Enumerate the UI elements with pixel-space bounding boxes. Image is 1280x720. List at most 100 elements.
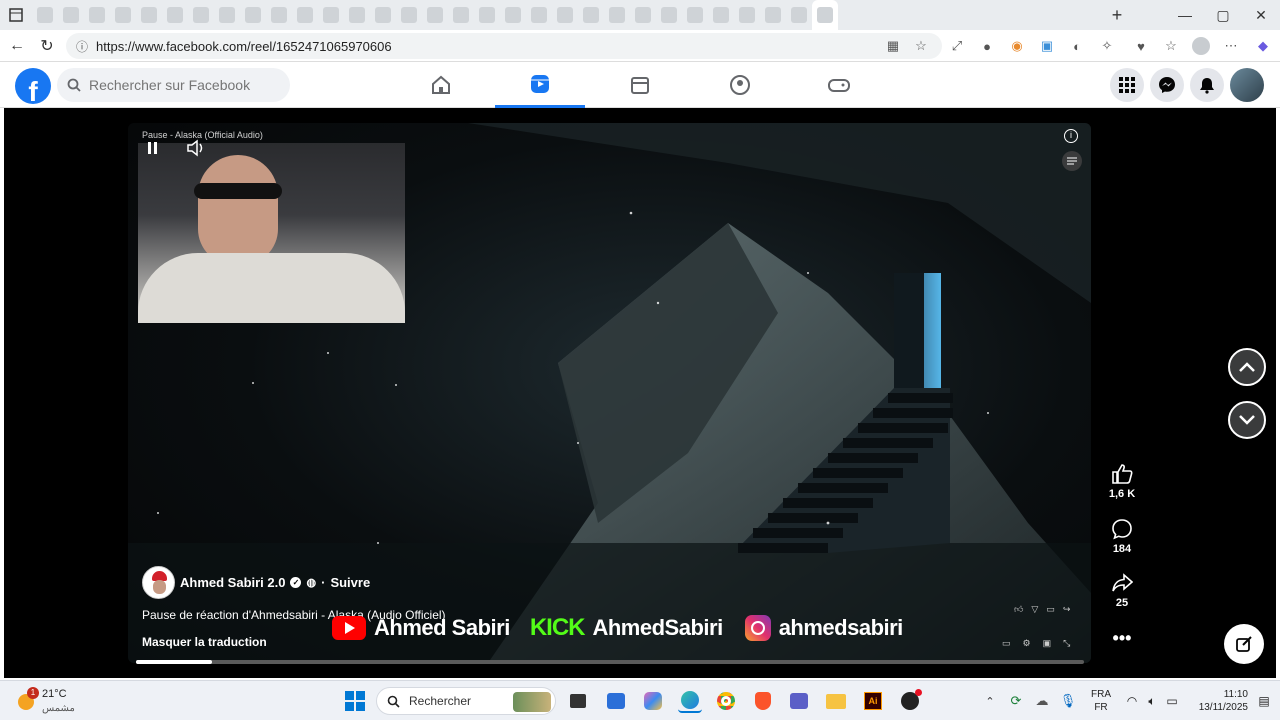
show-hidden-icons[interactable]: ⌃ [978, 689, 1002, 713]
browser-tab[interactable] [58, 0, 84, 30]
browser-tab[interactable] [656, 0, 682, 30]
more-options-button[interactable]: ••• [1106, 628, 1138, 649]
facebook-logo[interactable]: f [15, 68, 51, 104]
extension-orange-icon[interactable]: ◉ [1004, 33, 1030, 59]
taskbar-edge[interactable] [678, 689, 702, 713]
miniplayer-icon[interactable]: ▣ [1043, 638, 1052, 649]
browser-tab[interactable] [448, 0, 474, 30]
notifications-button[interactable] [1190, 68, 1224, 102]
start-button[interactable] [343, 689, 367, 713]
extension-circle-icon[interactable]: ◐ [1064, 33, 1090, 59]
browser-tab[interactable] [526, 0, 552, 30]
browser-tab[interactable] [578, 0, 604, 30]
browser-tab[interactable] [682, 0, 708, 30]
browser-tab[interactable] [292, 0, 318, 30]
address-bar[interactable]: ⓘ https://www.facebook.com/reel/16524710… [66, 33, 942, 59]
battery-icon[interactable]: ▭ [1160, 689, 1184, 713]
browser-tab[interactable] [318, 0, 344, 30]
copilot-icon[interactable]: ◆ [1250, 33, 1276, 59]
search-input[interactable] [89, 77, 279, 93]
new-tab-icon[interactable]: + [1104, 0, 1130, 30]
mini-dislike-icon[interactable]: ▽ [1031, 604, 1038, 615]
site-info-icon[interactable]: ⓘ [76, 38, 88, 55]
comment-button[interactable]: 184 [1106, 518, 1138, 555]
browser-tab[interactable] [344, 0, 370, 30]
favorites-icon[interactable]: ☆ [1158, 33, 1184, 59]
extension-photo-icon[interactable]: ▣ [1034, 33, 1060, 59]
browser-tab[interactable] [734, 0, 760, 30]
browser-tab[interactable] [110, 0, 136, 30]
browser-tab[interactable] [162, 0, 188, 30]
share-button[interactable]: 25 [1106, 572, 1138, 609]
extensions-puzzle-icon[interactable]: ✧ [1094, 33, 1120, 59]
extension-cookie-icon[interactable]: ● [974, 33, 1000, 59]
browser-tab[interactable] [84, 0, 110, 30]
taskbar-teams[interactable] [787, 689, 811, 713]
browser-tab[interactable] [604, 0, 630, 30]
reel-video[interactable]: Pause - Alaska (Official Audio) i Ahmed … [128, 123, 1091, 663]
taskbar-brave[interactable] [751, 689, 775, 713]
fullscreen-icon[interactable]: ⤢ [944, 33, 970, 59]
taskbar-chrome[interactable] [714, 689, 738, 713]
refresh-button[interactable]: ↻ [32, 31, 62, 61]
close-window-button[interactable]: ✕ [1242, 0, 1280, 30]
profile-avatar-icon[interactable] [1188, 33, 1214, 59]
browser-tab[interactable] [188, 0, 214, 30]
new-post-button[interactable] [1224, 624, 1264, 664]
favorite-star-icon[interactable]: ☆ [908, 33, 934, 59]
more-menu-icon[interactable]: ⋯ [1218, 33, 1244, 59]
browser-tab[interactable] [32, 0, 58, 30]
nav-gaming[interactable] [794, 62, 884, 108]
language-indicator[interactable]: FRA FR [1088, 688, 1114, 714]
taskbar-taskview[interactable] [566, 689, 590, 713]
browser-tab[interactable] [422, 0, 448, 30]
info-button[interactable]: i [1064, 129, 1078, 143]
expand-icon[interactable]: ⤡ [1063, 638, 1070, 649]
browser-tab[interactable] [552, 0, 578, 30]
maximize-button[interactable]: ▢ [1204, 0, 1242, 30]
mini-like-icon[interactable]: 👍︎ [1014, 604, 1023, 615]
browser-tab[interactable] [708, 0, 734, 30]
facebook-search[interactable] [57, 68, 290, 102]
back-button[interactable]: ← [2, 31, 32, 61]
previous-reel-button[interactable] [1228, 348, 1266, 386]
messenger-button[interactable] [1150, 68, 1184, 102]
browser-tab[interactable] [812, 0, 838, 30]
author-avatar[interactable] [142, 566, 175, 599]
tray-mic-icon[interactable]: 🎙︎ [1056, 689, 1080, 713]
taskbar-store[interactable] [604, 689, 628, 713]
browser-tab[interactable] [266, 0, 292, 30]
settings-icon[interactable]: ⚙ [1023, 638, 1031, 649]
taskbar-search[interactable]: Rechercher [376, 687, 556, 715]
volume-button[interactable] [186, 139, 206, 157]
menu-button[interactable] [1110, 68, 1144, 102]
captions-icon[interactable]: ▭ [1002, 638, 1011, 649]
author-name[interactable]: Ahmed Sabiri 2.0 [180, 575, 285, 590]
nav-groups[interactable] [695, 62, 785, 108]
tray-cloud-icon[interactable]: ☁ [1030, 689, 1054, 713]
mini-share-icon[interactable]: ↪ [1063, 604, 1071, 615]
browser-tab[interactable] [474, 0, 500, 30]
nav-marketplace[interactable] [595, 62, 685, 108]
minimize-button[interactable]: — [1166, 0, 1204, 30]
browser-tab[interactable] [630, 0, 656, 30]
taskbar-copilot[interactable] [641, 689, 665, 713]
browser-tab[interactable] [760, 0, 786, 30]
split-screen-icon[interactable]: ▦ [880, 33, 906, 59]
taskbar-illustrator[interactable]: Ai [861, 689, 885, 713]
tab-actions-icon[interactable] [0, 0, 32, 30]
notification-center-icon[interactable]: ▤ [1252, 689, 1276, 713]
browser-tab[interactable] [786, 0, 812, 30]
account-avatar[interactable] [1230, 68, 1264, 102]
browser-tab[interactable] [240, 0, 266, 30]
clock[interactable]: 11:10 13/11/2025 [1188, 688, 1248, 714]
translation-toggle[interactable]: Masquer la traduction [142, 635, 267, 649]
tray-sync-icon[interactable]: ⟳ [1004, 689, 1028, 713]
next-reel-button[interactable] [1228, 401, 1266, 439]
pause-button[interactable] [146, 140, 160, 156]
browser-tab[interactable] [396, 0, 422, 30]
browser-tab[interactable] [370, 0, 396, 30]
browser-tab[interactable] [214, 0, 240, 30]
mini-comment-icon[interactable]: ▭ [1046, 604, 1055, 615]
taskbar-app-dark[interactable] [898, 689, 922, 713]
